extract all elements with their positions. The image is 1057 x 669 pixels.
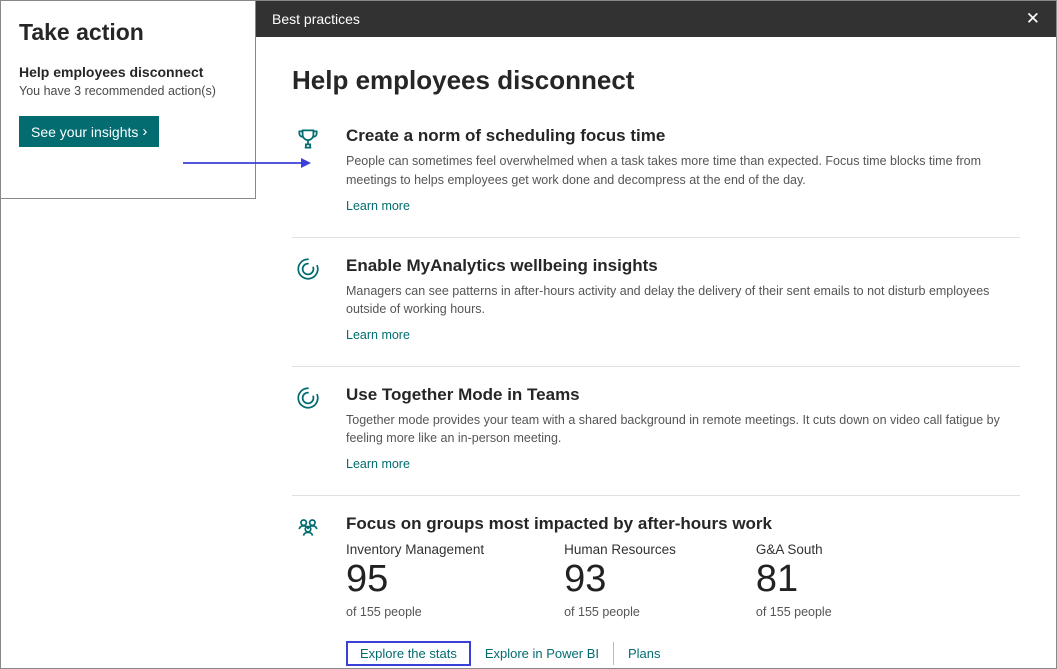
groups-section: Focus on groups most impacted by after-h… xyxy=(292,496,1020,668)
learn-more-link[interactable]: Learn more xyxy=(346,328,410,342)
stat-of: of 155 people xyxy=(756,605,832,619)
practice-desc: Together mode provides your team with a … xyxy=(346,411,1020,447)
practice-item: Create a norm of scheduling focus time P… xyxy=(292,126,1020,237)
stat-item: G&A South 81 of 155 people xyxy=(756,542,832,619)
learn-more-link[interactable]: Learn more xyxy=(346,457,410,471)
explore-powerbi-link[interactable]: Explore in Power BI xyxy=(471,642,614,665)
practice-desc: People can sometimes feel overwhelmed wh… xyxy=(346,152,1020,188)
chevron-right-icon: › xyxy=(142,123,147,140)
stat-item: Human Resources 93 of 155 people xyxy=(564,542,676,619)
see-insights-label: See your insights xyxy=(31,124,138,140)
panel-header: Best practices ✕ xyxy=(256,1,1056,37)
groups-title: Focus on groups most impacted by after-h… xyxy=(346,514,1020,534)
stat-of: of 155 people xyxy=(346,605,484,619)
learn-more-link[interactable]: Learn more xyxy=(346,199,410,213)
plans-link[interactable]: Plans xyxy=(614,642,675,665)
bottom-links: Explore the stats Explore in Power BI Pl… xyxy=(346,641,1020,666)
explore-stats-link[interactable]: Explore the stats xyxy=(346,641,471,666)
take-action-desc: You have 3 recommended action(s) xyxy=(19,84,237,98)
practice-title: Use Together Mode in Teams xyxy=(346,385,1020,405)
stat-label: Human Resources xyxy=(564,542,676,557)
stat-number: 81 xyxy=(756,559,832,601)
take-action-card: Take action Help employees disconnect Yo… xyxy=(1,1,256,199)
stat-item: Inventory Management 95 of 155 people xyxy=(346,542,484,619)
close-icon[interactable]: ✕ xyxy=(1026,9,1040,29)
take-action-subtitle: Help employees disconnect xyxy=(19,64,237,80)
stat-of: of 155 people xyxy=(564,605,676,619)
practice-title: Enable MyAnalytics wellbeing insights xyxy=(346,256,1020,276)
panel-header-title: Best practices xyxy=(272,11,360,27)
panel-heading: Help employees disconnect xyxy=(292,65,1020,96)
practice-item: Use Together Mode in Teams Together mode… xyxy=(292,367,1020,496)
stat-label: Inventory Management xyxy=(346,542,484,557)
trophy-icon xyxy=(292,126,324,214)
stat-label: G&A South xyxy=(756,542,832,557)
loading-arc-icon xyxy=(292,256,324,344)
stat-number: 93 xyxy=(564,559,676,601)
practice-desc: Managers can see patterns in after-hours… xyxy=(346,282,1020,318)
stats-row: Inventory Management 95 of 155 people Hu… xyxy=(346,542,1020,619)
best-practices-panel: Best practices ✕ Help employees disconne… xyxy=(256,1,1056,668)
take-action-title: Take action xyxy=(19,19,237,46)
loading-arc-icon xyxy=(292,385,324,473)
practice-title: Create a norm of scheduling focus time xyxy=(346,126,1020,146)
see-insights-button[interactable]: See your insights › xyxy=(19,116,159,147)
stat-number: 95 xyxy=(346,559,484,601)
practice-item: Enable MyAnalytics wellbeing insights Ma… xyxy=(292,238,1020,367)
people-icon xyxy=(292,514,324,666)
